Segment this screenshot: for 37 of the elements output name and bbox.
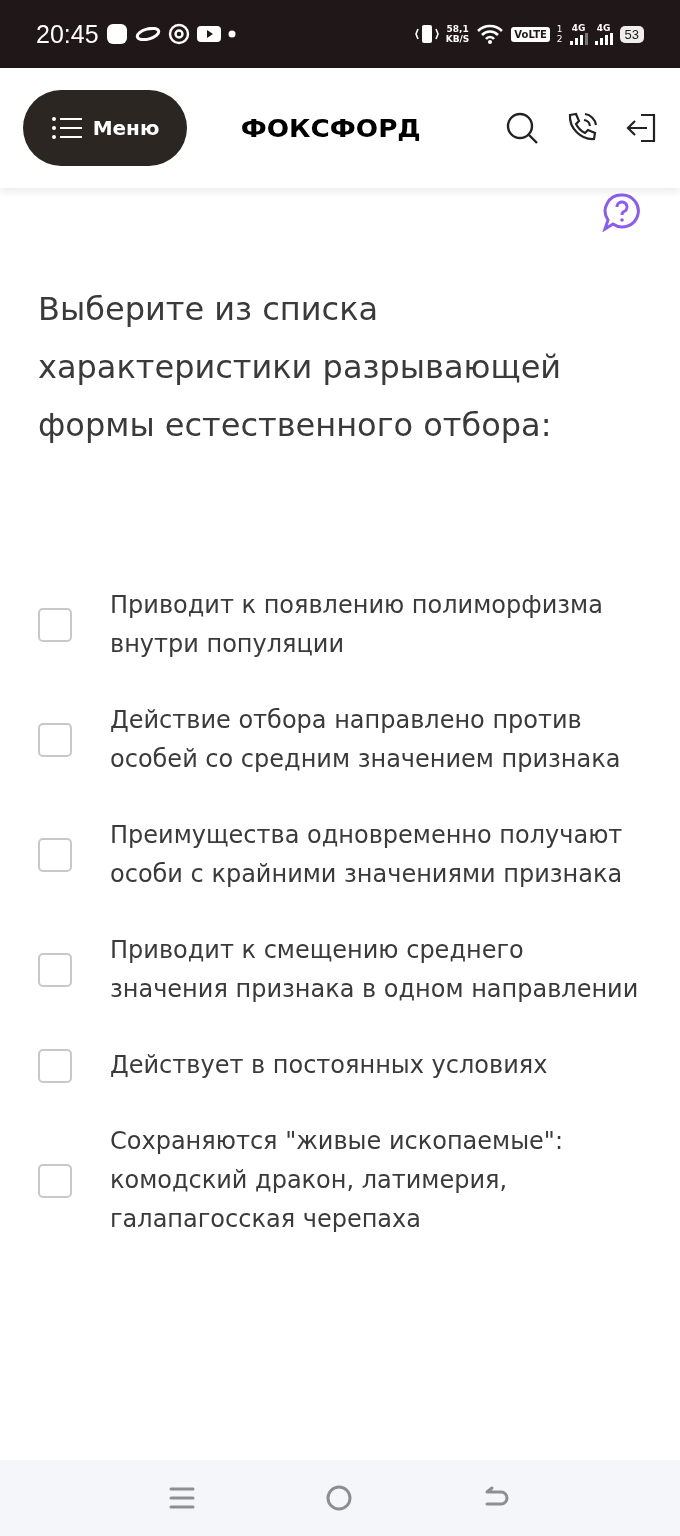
- search-icon[interactable]: [505, 111, 539, 145]
- menu-icon: [50, 116, 83, 140]
- battery-indicator: 53: [619, 25, 644, 43]
- logo[interactable]: ФОКСФОРД: [240, 113, 421, 143]
- option-label[interactable]: Приводит к смещению среднего значения признака в одном направлении: [110, 931, 642, 1009]
- network-type: 4G: [596, 23, 611, 33]
- question-text: Выберите из списка характеристики разрывающей формы естественного отбора:: [38, 289, 563, 446]
- checkbox[interactable]: [38, 953, 72, 987]
- volte-badge: VoLTE: [511, 26, 550, 42]
- play-icon: [196, 25, 221, 43]
- network-type: 4G: [571, 23, 586, 33]
- help-icon[interactable]: [602, 192, 642, 232]
- sim-number: 2: [556, 34, 563, 44]
- dot-icon: [227, 30, 236, 38]
- checkbox[interactable]: [38, 1048, 72, 1083]
- checkbox[interactable]: [38, 838, 72, 872]
- vibrate-icon: [414, 23, 439, 45]
- option-label[interactable]: Приводит к появлению полиморфизма внутри популяции: [110, 586, 642, 664]
- ring-icon: [134, 27, 161, 41]
- checkbox[interactable]: [38, 723, 72, 757]
- menu-button[interactable]: Меню: [23, 90, 187, 166]
- option-label[interactable]: Действие отбора направлено против особей со средним значением признака: [110, 701, 642, 779]
- signal-icon: [594, 33, 613, 45]
- speed-unit: KB/S: [445, 34, 470, 44]
- sim-number: 1: [556, 24, 563, 34]
- menu-icon[interactable]: [169, 1485, 195, 1511]
- signal-icon: [569, 33, 588, 45]
- wifi-icon: [476, 23, 505, 45]
- speed-value: 58,1: [446, 24, 469, 34]
- clock: 20:45: [36, 19, 99, 49]
- option-label[interactable]: Преимущества одновременно получают особи с крайними значениями признака: [110, 816, 642, 894]
- login-icon[interactable]: [625, 113, 657, 143]
- checkbox[interactable]: [38, 608, 72, 642]
- checkbox[interactable]: [38, 1163, 72, 1198]
- home-icon[interactable]: [325, 1484, 353, 1512]
- option-label[interactable]: Действует в постоянных условиях: [110, 1046, 548, 1085]
- option-label[interactable]: Сохраняются "живые ископаемые": комодский дракон, латимерия, галапагосская черепаха: [110, 1122, 642, 1239]
